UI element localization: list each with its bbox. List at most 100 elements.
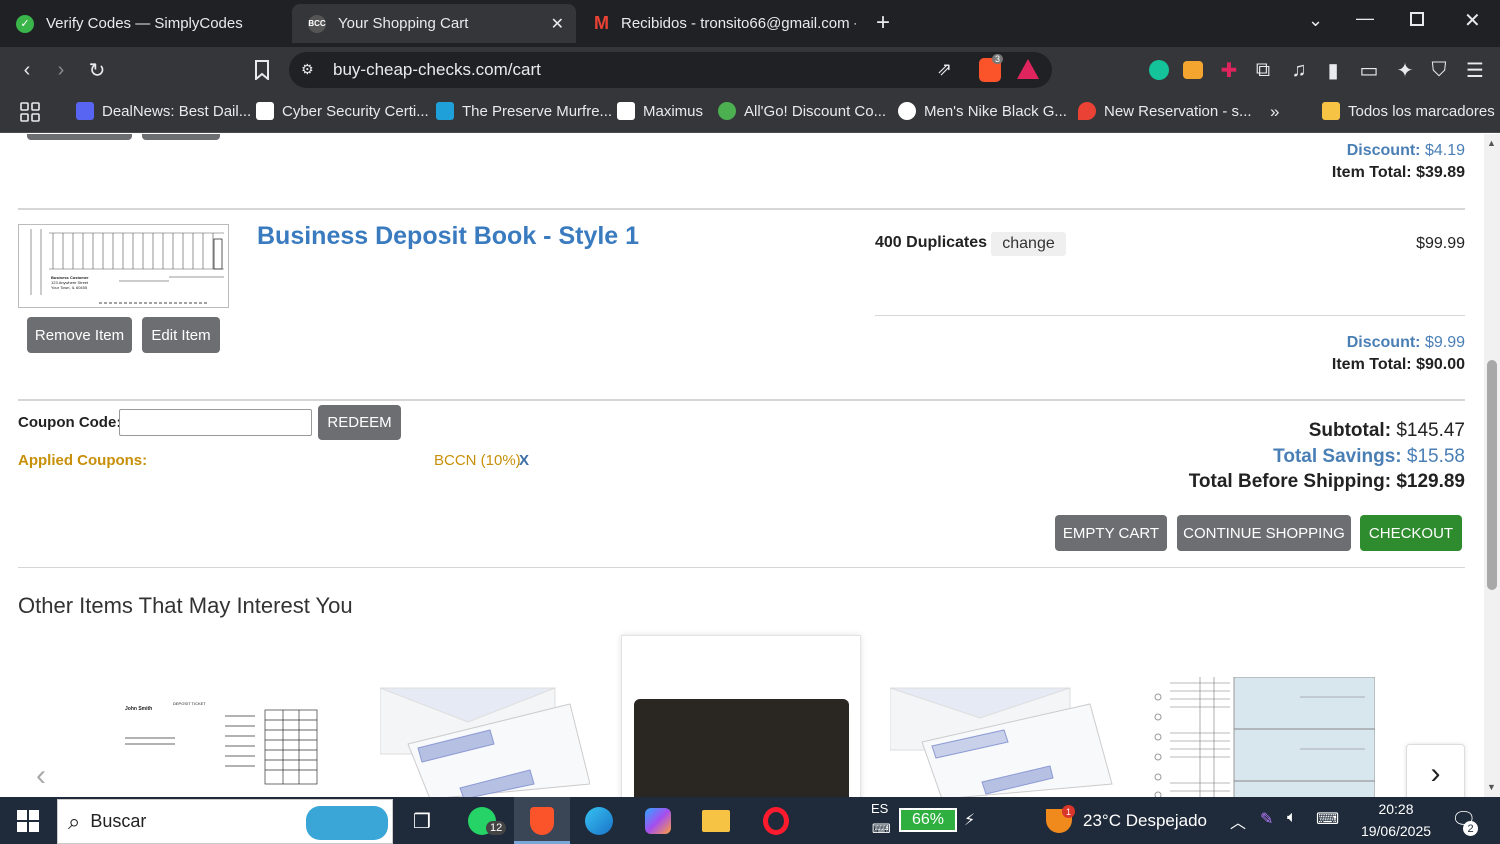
close-tab-icon[interactable]: ✕: [551, 14, 564, 34]
product-envelope-single[interactable]: [889, 684, 1115, 797]
divider: [18, 567, 1465, 568]
opera-icon[interactable]: [760, 805, 792, 837]
windows-taskbar: ⌕ Buscar ❒ 12 ES ⌨ 66% ⚡ 1 23°C Despejad…: [0, 797, 1500, 844]
vpn-icon[interactable]: ⛉: [1426, 57, 1452, 83]
scrollbar-thumb[interactable]: [1487, 360, 1497, 590]
scroll-up-icon[interactable]: ▲: [1487, 138, 1496, 148]
coupon-label: Coupon Code:: [18, 414, 122, 431]
reload-icon[interactable]: ↻: [84, 57, 110, 83]
minimize-icon[interactable]: —: [1356, 8, 1374, 29]
all-bookmarks-folder[interactable]: Todos los marcadores: [1322, 102, 1495, 120]
pen-icon[interactable]: ✎: [1260, 809, 1273, 829]
item-name-link[interactable]: Business Deposit Book - Style 1: [257, 222, 639, 251]
bookmark-item[interactable]: Men's Nike Black G...: [898, 102, 1067, 120]
browser-tab-bar: ✓ Verify Codes — SimplyCodes BCC Your Sh…: [0, 0, 1500, 47]
wallet-icon[interactable]: ▭: [1356, 57, 1382, 83]
menu-icon[interactable]: ☰: [1462, 57, 1488, 83]
restore-icon[interactable]: [1410, 12, 1424, 26]
browser-toolbar: ‹ › ↻ ⚙ buy-cheap-checks.com/cart ⇗ 3 ✚ …: [0, 47, 1500, 93]
touch-keyboard-icon[interactable]: ⌨: [1316, 809, 1339, 829]
task-view-icon[interactable]: ❒: [406, 805, 438, 837]
scroll-down-icon[interactable]: ▼: [1487, 782, 1496, 792]
back-icon[interactable]: ‹: [14, 57, 40, 83]
clock-time[interactable]: 20:28: [1356, 801, 1436, 817]
product-deposit-ticket[interactable]: John Smith DEPOSIT TICKET: [115, 701, 320, 797]
apps-icon[interactable]: [20, 102, 40, 122]
edge-icon[interactable]: [583, 805, 615, 837]
volume-icon[interactable]: 🔈︎: [1287, 809, 1297, 827]
extensions-icon[interactable]: ⧉: [1250, 57, 1276, 83]
remove-item-button[interactable]: Remove Item: [27, 317, 132, 353]
prev-remove-button[interactable]: [27, 134, 132, 140]
bookmark-item[interactable]: The Preserve Murfre...: [436, 102, 612, 120]
applied-coupon-code: BCCN (10%): [434, 452, 521, 469]
product-checkbook-cover[interactable]: [621, 635, 861, 797]
empty-cart-button[interactable]: EMPTY CART: [1055, 515, 1167, 551]
sidebar-icon[interactable]: ▮: [1320, 57, 1346, 83]
dealnews-icon: [76, 102, 94, 120]
bookmark-item[interactable]: New Reservation - s...: [1078, 102, 1252, 120]
change-quantity-button[interactable]: change: [991, 232, 1066, 256]
thumbnail-address: Business Customer 123 Anywhere Street Yo…: [51, 275, 89, 290]
tab-gmail[interactable]: M Recibidos - tronsito66@gmail.com - G: [578, 4, 856, 43]
folder-icon: [1322, 102, 1340, 120]
coupon-code-input[interactable]: [119, 409, 312, 436]
remove-coupon-button[interactable]: X: [519, 452, 529, 469]
address-bar[interactable]: ⚙ buy-cheap-checks.com/cart ⇗ 3: [289, 52, 1052, 88]
divider: [18, 399, 1465, 401]
home-icon: [436, 102, 454, 120]
product-envelope-double[interactable]: [379, 684, 591, 797]
brave-browser-icon[interactable]: [526, 805, 558, 837]
site-info-icon[interactable]: ⚙: [301, 61, 314, 78]
taskbar-search-box[interactable]: ⌕ Buscar: [57, 799, 393, 844]
carousel-next-button[interactable]: ›: [1406, 744, 1465, 797]
item-price: $99.99: [1416, 235, 1465, 252]
media-icon[interactable]: ♫: [1286, 57, 1312, 83]
total-before-shipping: Total Before Shipping: $129.89: [1188, 471, 1465, 492]
bookmark-item[interactable]: DealNews: Best Dail...: [76, 102, 251, 120]
language-indicator[interactable]: ES: [871, 801, 888, 816]
divider: [18, 208, 1465, 210]
ticket-header: DEPOSIT TICKET: [173, 701, 206, 706]
edit-item-button[interactable]: Edit Item: [142, 317, 220, 353]
windows-start-icon[interactable]: [12, 805, 44, 837]
ticket-name: John Smith: [125, 706, 153, 712]
pin-extension-icon[interactable]: ✚: [1216, 57, 1242, 83]
bookmark-item[interactable]: Maximus: [617, 102, 703, 120]
tab-search-icon[interactable]: ⌄: [1308, 10, 1323, 31]
page-scrollbar[interactable]: ▲ ▼: [1484, 134, 1500, 797]
leo-ai-icon[interactable]: ✦: [1392, 57, 1418, 83]
brave-rewards-icon[interactable]: [1017, 59, 1039, 79]
bookmark-item[interactable]: All'Go! Discount Co...: [718, 102, 886, 120]
redeem-button[interactable]: REDEEM: [318, 405, 401, 440]
show-hidden-icons[interactable]: ︿: [1230, 809, 1246, 833]
tab-simplycodes[interactable]: ✓ Verify Codes — SimplyCodes: [0, 4, 290, 43]
bookmark-icon[interactable]: [249, 57, 275, 83]
file-explorer-icon[interactable]: [700, 805, 732, 837]
close-window-icon[interactable]: ✕: [1464, 8, 1481, 33]
more-bookmarks-icon[interactable]: »: [1270, 102, 1279, 122]
bookmarks-bar: DealNews: Best Dail... Cyber Security Ce…: [0, 93, 1500, 133]
bookmark-item[interactable]: Cyber Security Certi...: [256, 102, 429, 120]
clock-date[interactable]: 19/06/2025: [1350, 823, 1442, 839]
copilot-icon[interactable]: [642, 805, 674, 837]
grammarly-icon[interactable]: [1146, 57, 1172, 83]
battery-indicator[interactable]: 66%: [899, 808, 957, 832]
tab-shopping-cart[interactable]: BCC Your Shopping Cart ✕: [292, 4, 576, 43]
checkout-button[interactable]: CHECKOUT: [1360, 515, 1462, 551]
prev-edit-button[interactable]: [142, 134, 220, 140]
maximus-icon: [617, 102, 635, 120]
honey-extension-icon[interactable]: [1180, 57, 1206, 83]
weather-text[interactable]: 23°C Despejado: [1083, 811, 1207, 831]
new-tab-button[interactable]: +: [876, 9, 890, 37]
simplycodes-icon: ✓: [16, 14, 34, 33]
forward-icon[interactable]: ›: [48, 57, 74, 83]
whatsapp-badge: 12: [486, 821, 507, 835]
item-total: Item Total: $90.00: [1331, 356, 1465, 373]
carousel-prev-icon[interactable]: ‹: [36, 759, 46, 793]
share-icon[interactable]: ⇗: [937, 59, 952, 80]
product-business-checks[interactable]: [1150, 676, 1376, 797]
deposit-book-thumbnail[interactable]: Business Customer 123 Anywhere Street Yo…: [18, 224, 229, 308]
recommendations-title: Other Items That May Interest You: [18, 593, 353, 618]
continue-shopping-button[interactable]: CONTINUE SHOPPING: [1177, 515, 1351, 551]
